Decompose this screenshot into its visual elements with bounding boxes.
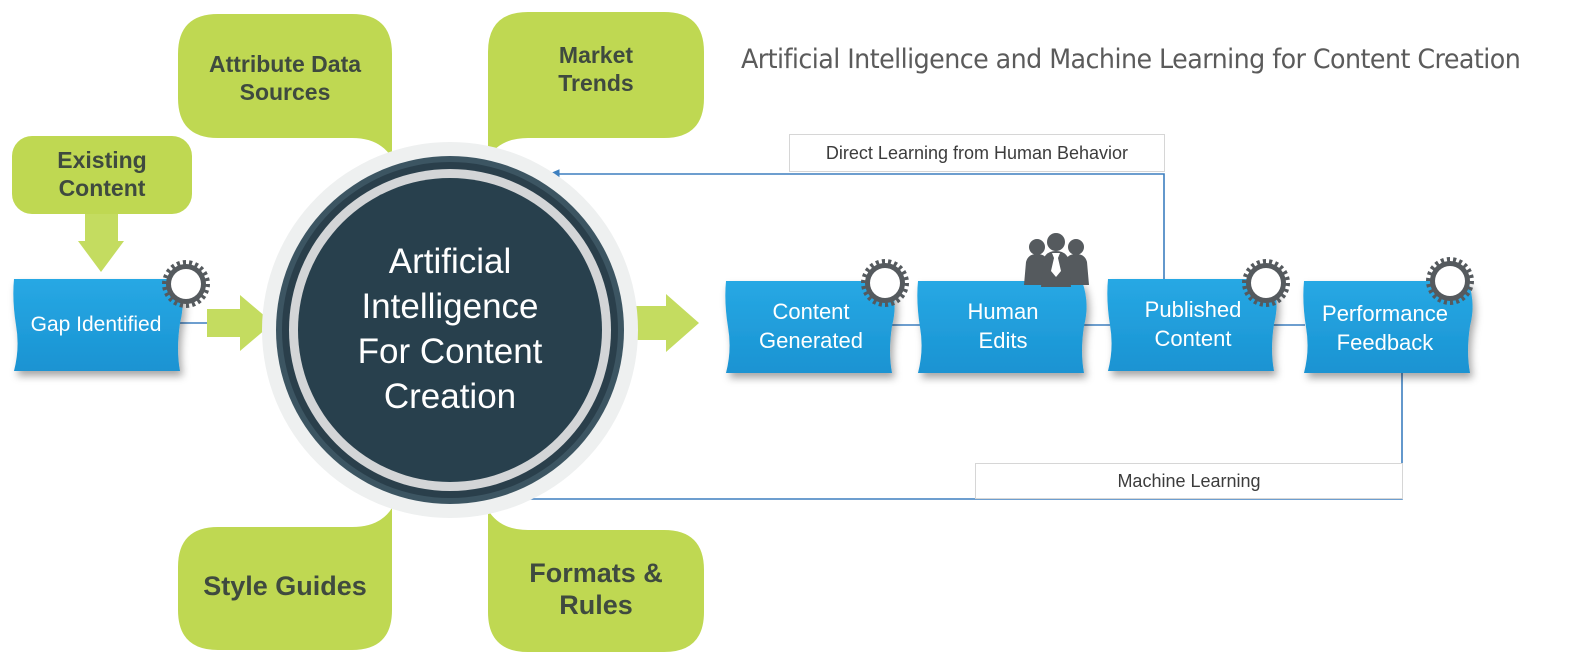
- step-performance-feedback-label: Performance Feedback: [1322, 301, 1448, 355]
- step-content-generated-label: Content Generated: [759, 299, 863, 353]
- arrow-existing-to-gap: [78, 214, 124, 272]
- people-icon: [1024, 233, 1089, 287]
- input-existing-content-label: Existing Content: [57, 147, 147, 201]
- input-formats-rules-label: Formats & Rules: [529, 557, 663, 620]
- diagram-title: Artificial Intelligence and Machine Lear…: [741, 44, 1521, 75]
- input-market-trends-label: Market Trends: [558, 42, 634, 96]
- machine-learning-label: Machine Learning: [975, 463, 1403, 499]
- direct-learning-label: Direct Learning from Human Behavior: [789, 134, 1165, 172]
- input-attribute-data-sources-label: Attribute Data Sources: [208, 51, 362, 105]
- step-published-content-label: Published Content: [1144, 297, 1242, 351]
- core-label: Artificial Intelligence For Content Crea…: [357, 242, 543, 416]
- input-style-guides-label: Style Guides: [203, 570, 367, 601]
- arrow-core-to-steps: [634, 294, 699, 352]
- step-human-edits-label: Human Edits: [967, 299, 1039, 353]
- step-gap-identified-label: Gap Identified: [30, 313, 162, 337]
